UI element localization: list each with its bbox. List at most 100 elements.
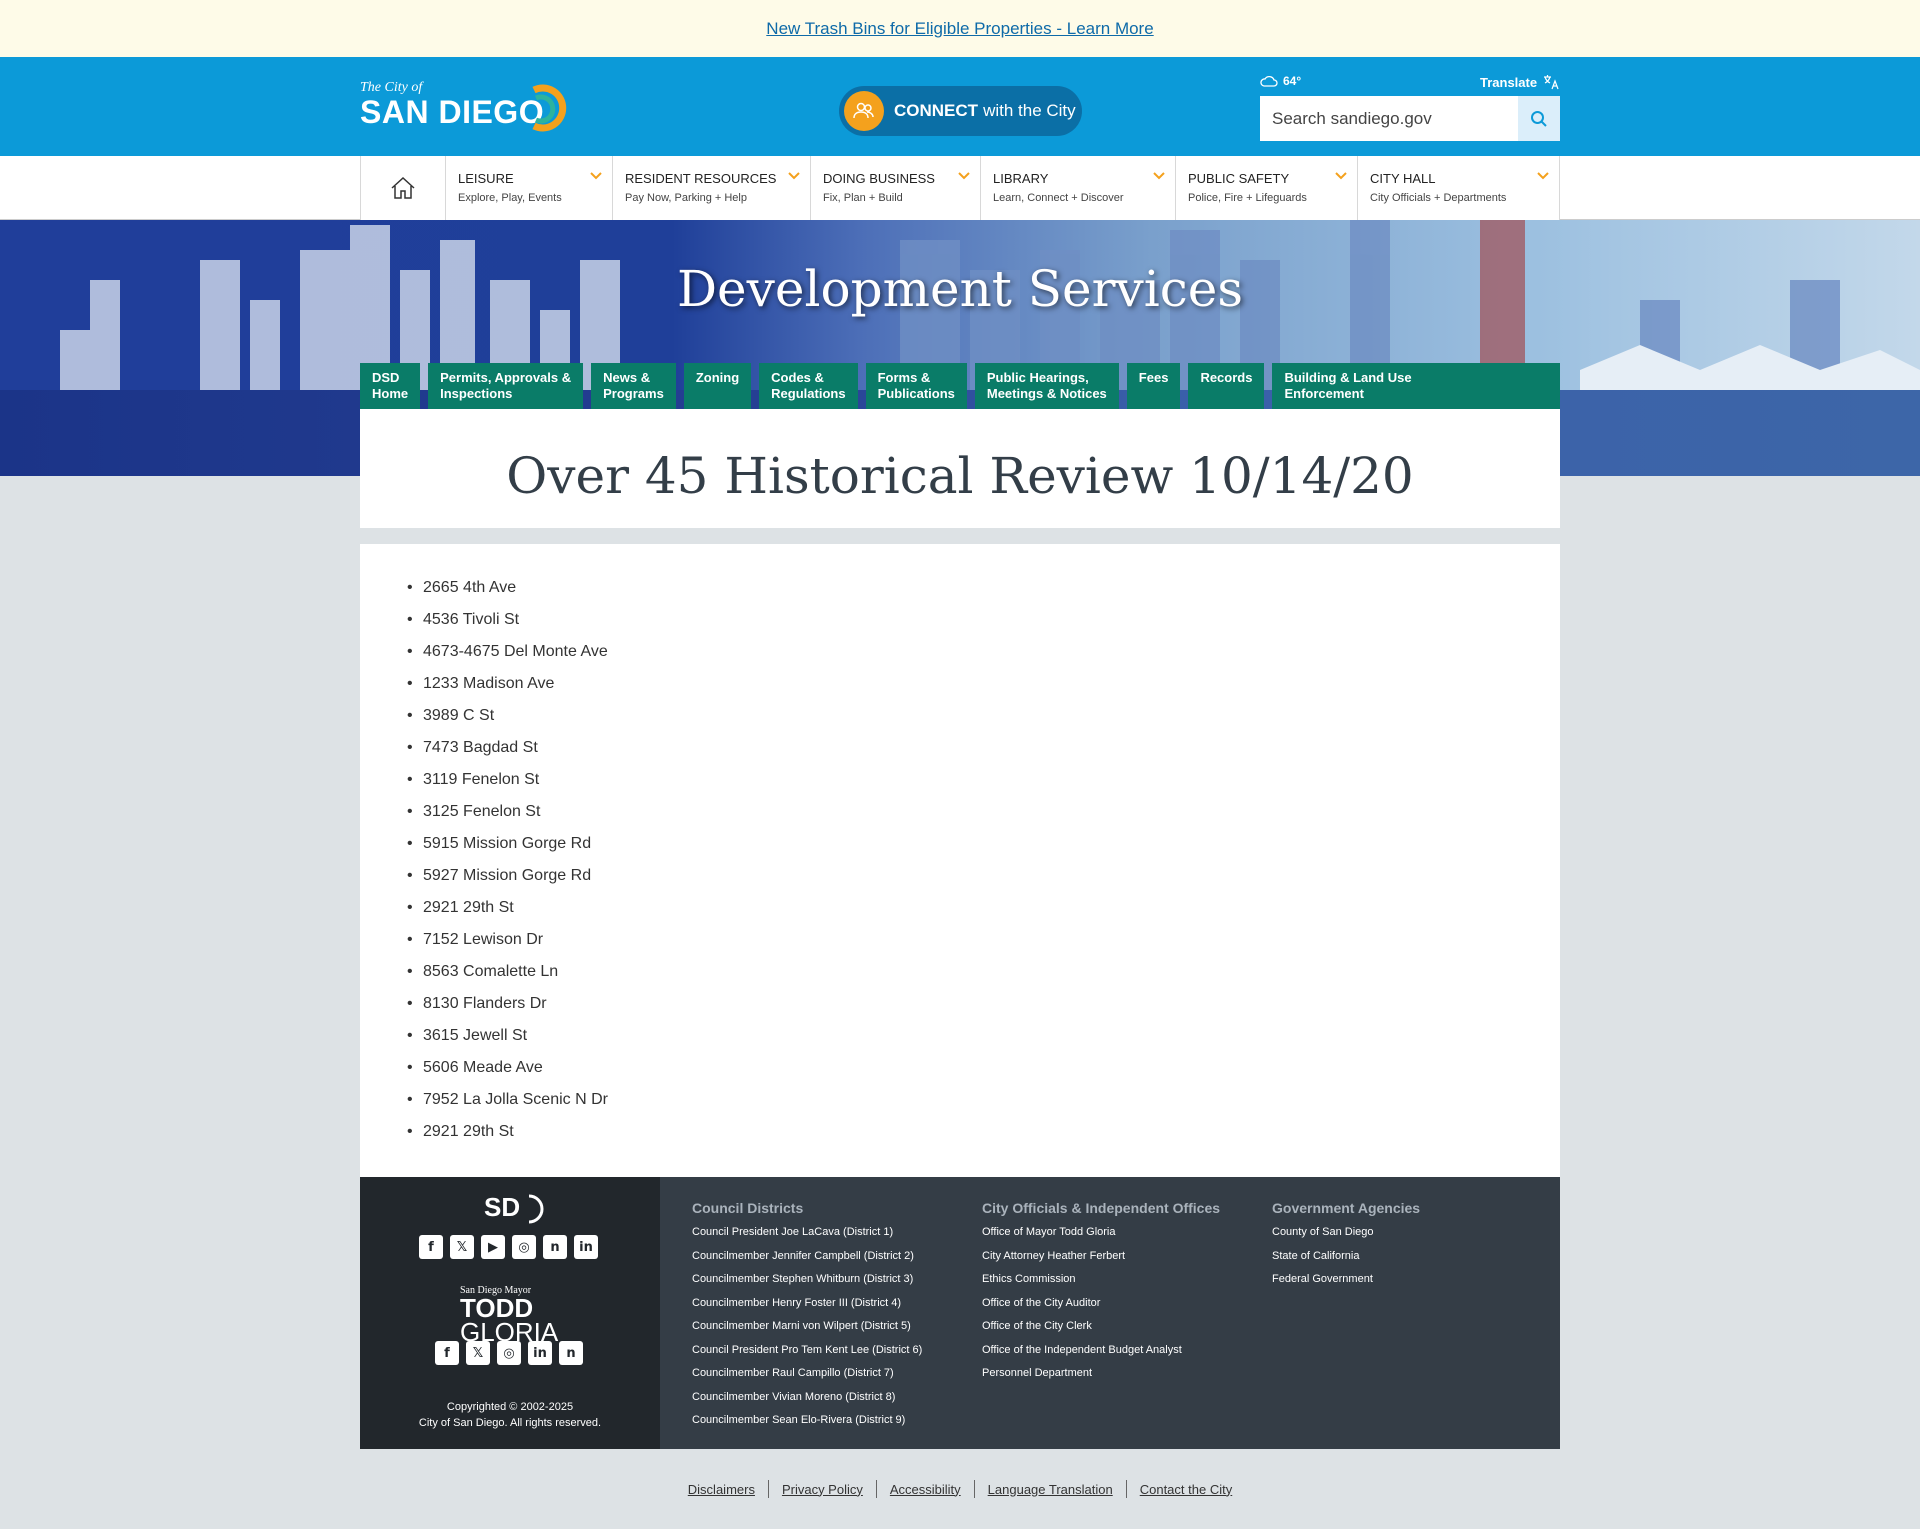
footer-col-heading: Government Agencies bbox=[1272, 1200, 1421, 1216]
subnav-enforcement[interactable]: Building & Land Use Enforcement bbox=[1272, 363, 1560, 409]
x-icon[interactable]: 𝕏 bbox=[450, 1235, 474, 1259]
subnav-fees[interactable]: Fees bbox=[1126, 363, 1181, 409]
translate-button[interactable]: Translate bbox=[1480, 74, 1559, 90]
bottom-link[interactable]: Contact the City bbox=[1127, 1482, 1246, 1497]
nav-home[interactable] bbox=[361, 156, 446, 220]
footer-link[interactable]: Council President Joe LaCava (District 1… bbox=[692, 1225, 922, 1249]
subnav-label: Building & Land Use bbox=[1284, 370, 1412, 385]
subnav-label: News & bbox=[603, 370, 651, 385]
weather-widget: 64° bbox=[1260, 74, 1301, 88]
footer-link[interactable]: Ethics Commission bbox=[982, 1272, 1220, 1296]
address-item: 5915 Mission Gorge Rd bbox=[407, 834, 1560, 866]
city-logo[interactable]: The City of SAN DIEGO bbox=[360, 80, 580, 136]
nav-item-subtitle: Explore, Play, Events bbox=[458, 192, 562, 204]
footer-link[interactable]: Councilmember Jennifer Campbell (Distric… bbox=[692, 1249, 922, 1273]
site-header: The City of SAN DIEGO CONNECT with the C… bbox=[0, 57, 1920, 156]
translate-label: Translate bbox=[1480, 74, 1538, 90]
nav-item-resident-resources[interactable]: RESIDENT RESOURCES Pay Now, Parking + He… bbox=[613, 156, 811, 220]
footer-link[interactable]: Office of the City Clerk bbox=[982, 1319, 1220, 1343]
footer-link[interactable]: Councilmember Stephen Whitburn (District… bbox=[692, 1272, 922, 1296]
bottom-links: Disclaimers Privacy Policy Accessibility La… bbox=[0, 1480, 1920, 1498]
footer-col-heading: Council Districts bbox=[692, 1200, 804, 1216]
mayor-logo[interactable]: San Diego Mayor TODD GLORIA bbox=[460, 1285, 558, 1345]
nav-item-public-safety[interactable]: PUBLIC SAFETY Police, Fire + Lifeguards bbox=[1176, 156, 1358, 220]
address-item: 3989 C St bbox=[407, 706, 1560, 738]
footer-link[interactable]: Office of the City Auditor bbox=[982, 1296, 1220, 1320]
instagram-icon[interactable]: ◎ bbox=[512, 1235, 536, 1259]
subnav-label: DSD bbox=[372, 370, 400, 385]
connect-bold-text: CONNECT bbox=[894, 101, 979, 120]
nextdoor-icon[interactable]: n bbox=[543, 1235, 567, 1259]
nav-item-title: DOING BUSINESS bbox=[823, 171, 935, 186]
footer-link[interactable]: Council President Pro Tem Kent Lee (Dist… bbox=[692, 1343, 922, 1367]
footer-link[interactable]: Office of Mayor Todd Gloria bbox=[982, 1225, 1220, 1249]
nav-item-doing-business[interactable]: DOING BUSINESS Fix, Plan + Build bbox=[811, 156, 981, 220]
city-social-row: f 𝕏 ▶ ◎ n in bbox=[419, 1235, 598, 1259]
sd-logo[interactable]: SD bbox=[484, 1192, 545, 1224]
subnav-records[interactable]: Records bbox=[1188, 363, 1265, 409]
footer-col-agencies: Government Agencies County of San Diego St… bbox=[1272, 1200, 1420, 1296]
search-button[interactable] bbox=[1518, 96, 1560, 141]
page-title-box: Over 45 Historical Review 10/14/20 bbox=[360, 409, 1560, 536]
bottom-link[interactable]: Accessibility bbox=[877, 1482, 974, 1497]
subnav-forms[interactable]: Forms & Publications bbox=[865, 363, 967, 409]
subnav-label: Meetings & Notices bbox=[986, 386, 1107, 401]
youtube-icon[interactable]: ▶ bbox=[481, 1235, 505, 1259]
nav-item-library[interactable]: LIBRARY Learn, Connect + Discover bbox=[981, 156, 1176, 220]
footer-link[interactable]: Councilmember Henry Foster III (District… bbox=[692, 1296, 922, 1320]
linkedin-icon[interactable]: in bbox=[574, 1235, 598, 1259]
footer-link[interactable]: Personnel Department bbox=[982, 1366, 1220, 1390]
alert-link[interactable]: New Trash Bins for Eligible Properties -… bbox=[766, 19, 1153, 39]
nav-item-subtitle: Pay Now, Parking + Help bbox=[625, 192, 747, 204]
facebook-icon[interactable]: f bbox=[419, 1235, 443, 1259]
address-item: 4673-4675 Del Monte Ave bbox=[407, 642, 1560, 674]
footer-link[interactable]: State of California bbox=[1272, 1249, 1420, 1273]
subnav-zoning[interactable]: Zoning bbox=[683, 363, 752, 409]
footer-link[interactable]: Councilmember Sean Elo-Rivera (District … bbox=[692, 1413, 922, 1437]
nav-item-leisure[interactable]: LEISURE Explore, Play, Events bbox=[446, 156, 613, 220]
home-icon bbox=[391, 176, 415, 199]
address-item: 3119 Fenelon St bbox=[407, 770, 1560, 802]
linkedin-icon[interactable]: in bbox=[528, 1341, 552, 1365]
nav-item-subtitle: Fix, Plan + Build bbox=[823, 192, 903, 204]
instagram-icon[interactable]: ◎ bbox=[497, 1341, 521, 1365]
subnav-label: Enforcement bbox=[1284, 386, 1364, 401]
bottom-link[interactable]: Privacy Policy bbox=[769, 1482, 876, 1497]
bottom-link[interactable]: Language Translation bbox=[975, 1482, 1126, 1497]
footer-link[interactable]: Federal Government bbox=[1272, 1272, 1420, 1296]
nextdoor-icon[interactable]: n bbox=[559, 1341, 583, 1365]
facebook-icon[interactable]: f bbox=[435, 1341, 459, 1365]
hero-title: Development Services bbox=[676, 260, 1244, 318]
address-item: 7152 Lewison Dr bbox=[407, 930, 1560, 962]
footer-link[interactable]: City Attorney Heather Ferbert bbox=[982, 1249, 1220, 1273]
footer-link[interactable]: County of San Diego bbox=[1272, 1225, 1420, 1249]
people-icon bbox=[844, 91, 884, 131]
nav-item-city-hall[interactable]: CITY HALL City Officials + Departments bbox=[1358, 156, 1559, 220]
footer-link[interactable]: Councilmember Marni von Wilpert (Distric… bbox=[692, 1319, 922, 1343]
footer-link[interactable]: Councilmember Raul Campillo (District 7) bbox=[692, 1366, 922, 1390]
nav-item-subtitle: Police, Fire + Lifeguards bbox=[1188, 192, 1307, 204]
subnav-label: Regulations bbox=[771, 386, 846, 401]
x-icon[interactable]: 𝕏 bbox=[466, 1341, 490, 1365]
footer-link[interactable]: Councilmember Vivian Moreno (District 8) bbox=[692, 1390, 922, 1414]
bottom-link[interactable]: Disclaimers bbox=[675, 1482, 768, 1497]
connect-button[interactable]: CONNECT with the City bbox=[839, 86, 1082, 136]
footer-col-officials: City Officials & Independent Offices Offi… bbox=[982, 1200, 1220, 1390]
footer-link[interactable]: Office of the Independent Budget Analyst bbox=[982, 1343, 1220, 1367]
address-item: 3615 Jewell St bbox=[407, 1026, 1560, 1058]
search-input[interactable] bbox=[1260, 96, 1518, 141]
address-item: 1233 Madison Ave bbox=[407, 674, 1560, 706]
subnav-permits[interactable]: Permits, Approvals & Inspections bbox=[428, 363, 584, 409]
search-box bbox=[1260, 96, 1560, 141]
subnav-hearings[interactable]: Public Hearings, Meetings & Notices bbox=[974, 363, 1119, 409]
nav-item-title: LIBRARY bbox=[993, 171, 1049, 186]
subnav-codes[interactable]: Codes & Regulations bbox=[759, 363, 858, 409]
translate-icon bbox=[1544, 75, 1559, 90]
subnav-label: Permits, Approvals & bbox=[440, 370, 572, 385]
alert-bar: New Trash Bins for Eligible Properties -… bbox=[0, 0, 1920, 57]
subnav-news[interactable]: News & Programs bbox=[591, 363, 676, 409]
logo-sun-icon bbox=[532, 84, 567, 132]
subnav-label: Home bbox=[372, 386, 409, 401]
address-item: 7473 Bagdad St bbox=[407, 738, 1560, 770]
subnav-dsd-home[interactable]: DSD Home bbox=[360, 363, 421, 409]
